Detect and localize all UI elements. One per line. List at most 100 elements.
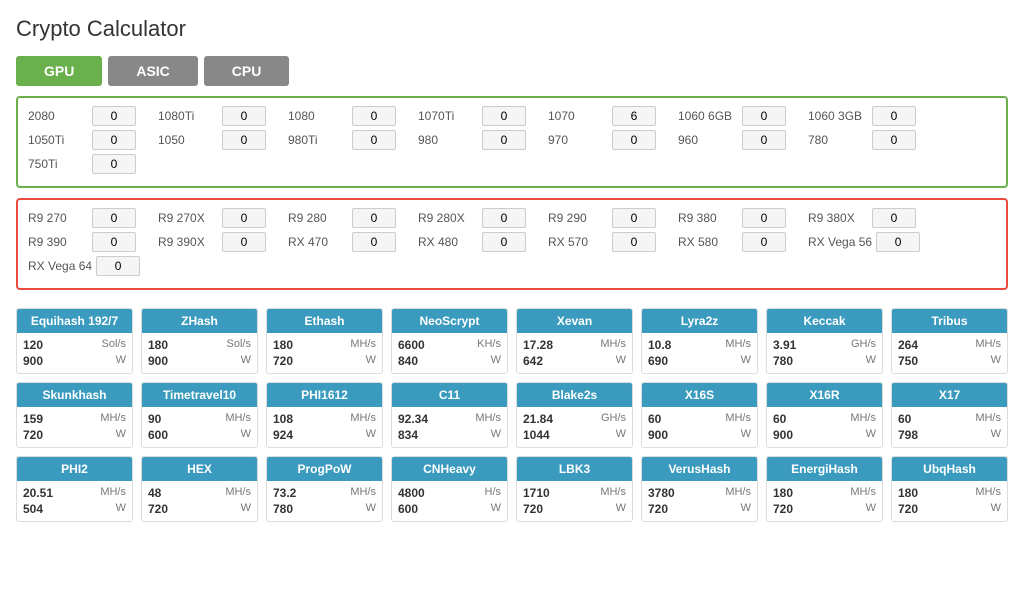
algo-header: C11 <box>392 383 507 407</box>
algo-header: X16R <box>767 383 882 407</box>
algo-hashrate-row: 108 MH/s <box>273 411 376 427</box>
algo-card: Skunkhash 159 MH/s 720 W <box>16 382 133 448</box>
gpu-item: RX 580 <box>678 232 808 252</box>
algo-power-unit: W <box>741 354 751 368</box>
algo-hashrate-row: 10.8 MH/s <box>648 337 751 353</box>
algo-card: NeoScrypt 6600 KH/s 840 W <box>391 308 508 374</box>
algo-hashrate: 73.2 <box>273 486 296 500</box>
gpu-input[interactable] <box>222 208 266 228</box>
gpu-input[interactable] <box>742 130 786 150</box>
gpu-input[interactable] <box>872 130 916 150</box>
algo-hashrate-unit: MH/s <box>100 412 126 426</box>
algo-body: 17.28 MH/s 642 W <box>517 333 632 373</box>
algo-hashrate: 17.28 <box>523 338 553 352</box>
algo-card: C11 92.34 MH/s 834 W <box>391 382 508 448</box>
nvidia-gpu-row: 1050Ti1050980Ti980970960780 <box>28 130 996 150</box>
gpu-input[interactable] <box>612 130 656 150</box>
gpu-label: R9 390 <box>28 235 88 249</box>
gpu-input[interactable] <box>352 106 396 126</box>
algo-card: X16R 60 MH/s 900 W <box>766 382 883 448</box>
tab-cpu[interactable]: CPU <box>204 56 290 86</box>
algo-power-unit: W <box>991 354 1001 368</box>
algo-hashrate-row: 1710 MH/s <box>523 485 626 501</box>
gpu-input[interactable] <box>222 232 266 252</box>
gpu-item: 1080Ti <box>158 106 288 126</box>
gpu-input[interactable] <box>742 208 786 228</box>
gpu-input[interactable] <box>92 208 136 228</box>
algo-hashrate: 6600 <box>398 338 425 352</box>
gpu-input[interactable] <box>92 106 136 126</box>
tab-asic[interactable]: ASIC <box>108 56 197 86</box>
gpu-input[interactable] <box>352 208 396 228</box>
gpu-input[interactable] <box>222 130 266 150</box>
algo-body: 92.34 MH/s 834 W <box>392 407 507 447</box>
gpu-item: 980Ti <box>288 130 418 150</box>
gpu-label: RX 580 <box>678 235 738 249</box>
algo-hashrate-row: 180 MH/s <box>898 485 1001 501</box>
gpu-input[interactable] <box>482 106 526 126</box>
algo-header: CNHeavy <box>392 457 507 481</box>
algo-hashrate: 90 <box>148 412 161 426</box>
algo-power: 504 <box>23 502 43 516</box>
gpu-input[interactable] <box>92 130 136 150</box>
gpu-input[interactable] <box>92 232 136 252</box>
tab-gpu[interactable]: GPU <box>16 56 102 86</box>
gpu-input[interactable] <box>872 208 916 228</box>
gpu-input[interactable] <box>482 130 526 150</box>
gpu-input[interactable] <box>96 256 140 276</box>
algo-power-unit: W <box>991 502 1001 516</box>
gpu-input[interactable] <box>612 208 656 228</box>
gpu-input[interactable] <box>742 232 786 252</box>
algo-hashrate-unit: MH/s <box>725 412 751 426</box>
gpu-input[interactable] <box>352 130 396 150</box>
algo-power-unit: W <box>116 428 126 442</box>
algo-power: 900 <box>648 428 668 442</box>
algo-hashrate-unit: MH/s <box>100 486 126 500</box>
algo-body: 1710 MH/s 720 W <box>517 481 632 521</box>
algo-header: Tribus <box>892 309 1007 333</box>
algo-hashrate: 264 <box>898 338 918 352</box>
algo-card: Tribus 264 MH/s 750 W <box>891 308 1008 374</box>
gpu-input[interactable] <box>612 106 656 126</box>
gpu-item: 1050Ti <box>28 130 158 150</box>
algo-body: 108 MH/s 924 W <box>267 407 382 447</box>
algo-body: 60 MH/s 798 W <box>892 407 1007 447</box>
gpu-label: 1050Ti <box>28 133 88 147</box>
algo-power-unit: W <box>366 428 376 442</box>
gpu-item: 960 <box>678 130 808 150</box>
gpu-item: RX Vega 56 <box>808 232 938 252</box>
algo-hashrate: 3780 <box>648 486 675 500</box>
algo-header: Equihash 192/7 <box>17 309 132 333</box>
gpu-input[interactable] <box>482 208 526 228</box>
algo-card: X16S 60 MH/s 900 W <box>641 382 758 448</box>
algo-header: X17 <box>892 383 1007 407</box>
algo-power-row: 900 W <box>773 427 876 443</box>
algo-hashrate: 48 <box>148 486 161 500</box>
gpu-item: R9 270 <box>28 208 158 228</box>
algo-power-row: 900 W <box>23 353 126 369</box>
gpu-input[interactable] <box>612 232 656 252</box>
algo-hashrate-row: 264 MH/s <box>898 337 1001 353</box>
algo-card: VerusHash 3780 MH/s 720 W <box>641 456 758 522</box>
algo-power-unit: W <box>116 502 126 516</box>
gpu-input[interactable] <box>92 154 136 174</box>
algo-header: ProgPoW <box>267 457 382 481</box>
gpu-label: 750Ti <box>28 157 88 171</box>
gpu-input[interactable] <box>876 232 920 252</box>
gpu-input[interactable] <box>742 106 786 126</box>
algo-body: 264 MH/s 750 W <box>892 333 1007 373</box>
algo-hashrate-row: 60 MH/s <box>773 411 876 427</box>
gpu-item: 2080 <box>28 106 158 126</box>
gpu-item: 970 <box>548 130 678 150</box>
algo-card: Xevan 17.28 MH/s 642 W <box>516 308 633 374</box>
gpu-input[interactable] <box>872 106 916 126</box>
gpu-input[interactable] <box>352 232 396 252</box>
algo-hashrate: 60 <box>648 412 661 426</box>
algo-power: 750 <box>898 354 918 368</box>
algo-hashrate: 21.84 <box>523 412 553 426</box>
gpu-input[interactable] <box>222 106 266 126</box>
algo-power: 720 <box>273 354 293 368</box>
algo-hashrate-row: 180 Sol/s <box>148 337 251 353</box>
gpu-input[interactable] <box>482 232 526 252</box>
algo-power-unit: W <box>366 354 376 368</box>
